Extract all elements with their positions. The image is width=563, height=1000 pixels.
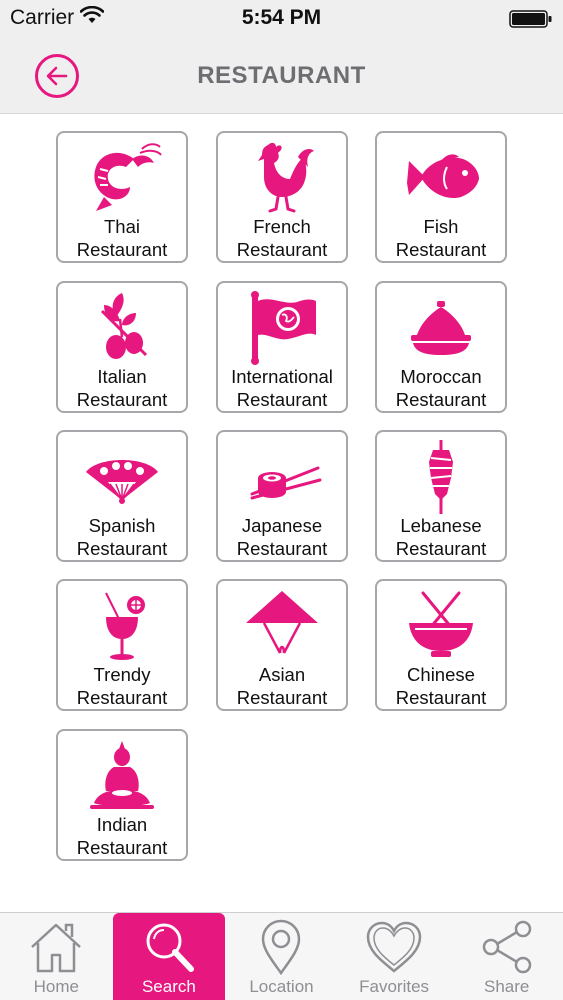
tile-label: Italian Restaurant [76, 366, 168, 410]
restaurant-tile-moroccan[interactable]: Moroccan Restaurant [375, 281, 507, 413]
tile-label: Trendy Restaurant [76, 664, 168, 708]
tile-label: Indian Restaurant [76, 814, 168, 858]
restaurant-tile-fish[interactable]: Fish Restaurant [375, 131, 507, 263]
buddha-icon [58, 737, 186, 815]
restaurant-tile-french[interactable]: French Restaurant [216, 131, 348, 263]
restaurant-tile-trendy[interactable]: Trendy Restaurant [56, 579, 188, 711]
sushi-chopsticks-icon [218, 438, 346, 516]
tile-label: Lebanese Restaurant [395, 515, 487, 559]
bowl-chopsticks-icon [377, 587, 505, 665]
tile-label: Japanese Restaurant [236, 515, 328, 559]
restaurant-tile-italian[interactable]: Italian Restaurant [56, 281, 188, 413]
tile-label: Asian Restaurant [236, 664, 328, 708]
heart-icon [338, 917, 451, 977]
restaurant-tile-thai[interactable]: Thai Restaurant [56, 131, 188, 263]
restaurant-tile-indian[interactable]: Indian Restaurant [56, 729, 188, 861]
tab-label: Search [141, 977, 196, 996]
tab-bar: Home Search Location Favorites Share [0, 912, 563, 1000]
tab-label: Location [249, 977, 314, 996]
tajine-icon [377, 289, 505, 367]
tab-favorites[interactable]: Favorites [338, 913, 451, 1000]
restaurant-tile-japanese[interactable]: Japanese Restaurant [216, 430, 348, 562]
tab-share[interactable]: Share [450, 913, 563, 1000]
rooster-icon [218, 139, 346, 217]
restaurant-tile-chinese[interactable]: Chinese Restaurant [375, 579, 507, 711]
shrimp-icon [58, 139, 186, 217]
tab-search[interactable]: Search [112, 913, 226, 1000]
restaurant-tile-international[interactable]: International Restaurant [216, 281, 348, 413]
hand-fan-icon [58, 438, 186, 516]
restaurant-tile-spanish[interactable]: Spanish Restaurant [56, 430, 188, 562]
tile-label: Thai Restaurant [76, 216, 168, 260]
search-icon [113, 917, 226, 977]
tab-home[interactable]: Home [0, 913, 113, 1000]
tile-label: Fish Restaurant [395, 216, 487, 260]
tab-label: Home [33, 977, 79, 996]
tile-label: Spanish Restaurant [76, 515, 168, 559]
olive-icon [58, 289, 186, 367]
shawarma-icon [377, 438, 505, 516]
cocktail-icon [58, 587, 186, 665]
restaurant-tile-asian[interactable]: Asian Restaurant [216, 579, 348, 711]
restaurant-tile-lebanese[interactable]: Lebanese Restaurant [375, 430, 507, 562]
tile-label: French Restaurant [236, 216, 328, 260]
tile-label: Chinese Restaurant [395, 664, 487, 708]
globe-flag-icon [218, 289, 346, 367]
tile-label: Moroccan Restaurant [395, 366, 487, 410]
battery-icon [509, 10, 553, 34]
status-time: 5:54 PM [241, 6, 322, 29]
status-bar: Carrier 5:54 PM [0, 0, 563, 38]
navigation-bar: RESTAURANT [0, 38, 563, 114]
tab-location[interactable]: Location [225, 913, 338, 1000]
page-title: RESTAURANT [197, 62, 366, 89]
conical-hat-icon [218, 587, 346, 665]
tile-label: International Restaurant [231, 366, 333, 410]
fish-icon [377, 139, 505, 217]
home-icon [0, 917, 113, 977]
tab-label: Favorites [359, 977, 430, 996]
share-icon [450, 917, 563, 977]
location-pin-icon [225, 917, 338, 977]
tab-label: Share [483, 977, 530, 996]
